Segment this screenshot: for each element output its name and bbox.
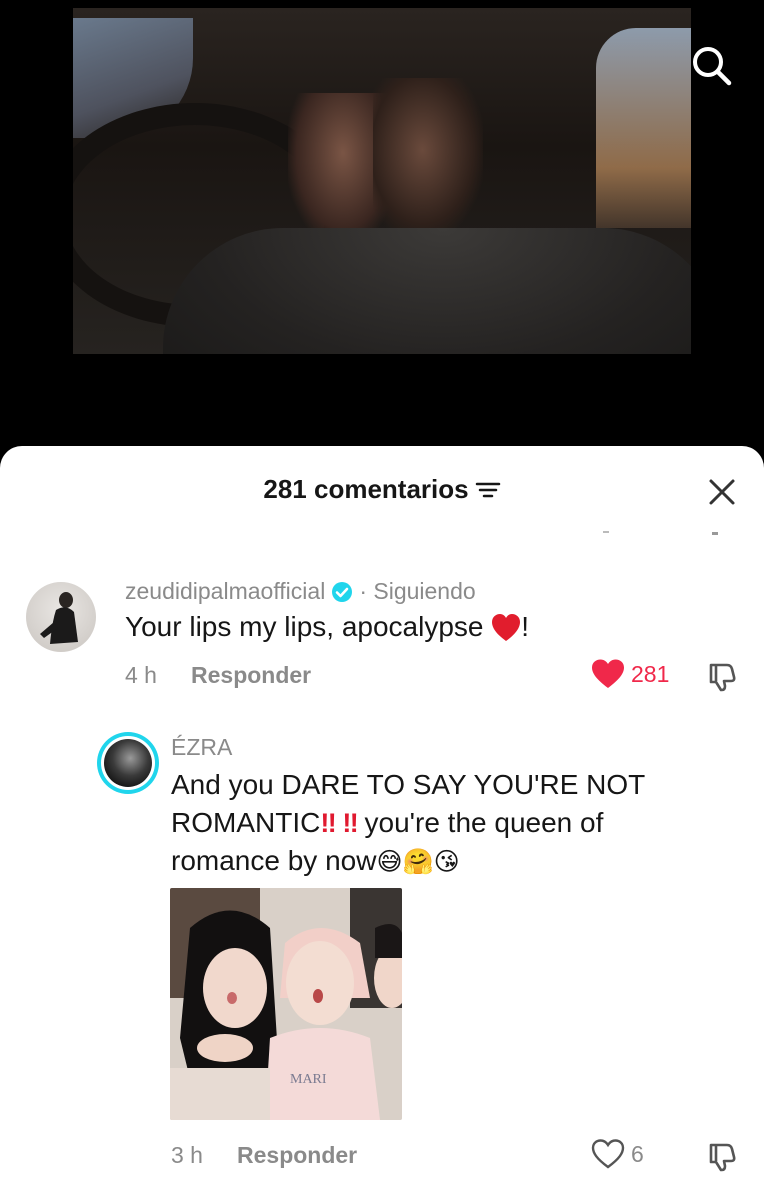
search-button[interactable] [688, 42, 734, 88]
avatar [101, 736, 155, 790]
verified-badge-icon [332, 581, 353, 602]
filter-icon [475, 482, 500, 497]
search-icon [693, 47, 732, 86]
like-count: 281 [631, 660, 670, 687]
car-window-right [596, 28, 691, 228]
comment-line: romance by now😅🤗😘 [171, 842, 731, 880]
thumbs-down-icon [709, 663, 736, 692]
red-heart-emoji [491, 614, 521, 643]
like-button[interactable]: 281 [591, 659, 669, 689]
heart-icon [592, 659, 624, 688]
reply-comment-item: ÉZRA And you DARE TO SAY YOU'RE NOT ROMA… [0, 716, 764, 1200]
comment-text-suffix: ! [521, 611, 530, 642]
comment-image[interactable]: MARI [170, 888, 402, 1120]
comments-sheet: 281 comentarios zeudidipalmaofficial · S… [0, 446, 764, 1200]
like-button[interactable]: 6 [591, 1139, 644, 1169]
comment-line-text: ROMANTIC [171, 807, 321, 838]
comment-text-body: Your lips my lips, apocalypse [125, 611, 492, 642]
reply-button[interactable]: Responder [191, 662, 311, 689]
comment-line-text: you're the queen of [356, 807, 604, 838]
comment-line-text: And you DARE TO SAY YOU'RE NOT [171, 769, 646, 800]
comment-author[interactable]: ÉZRA [171, 734, 232, 761]
username: ÉZRA [171, 734, 233, 760]
thumbs-down-icon [709, 1143, 736, 1172]
comment-timestamp: 4 h [125, 662, 157, 688]
video-figure [373, 78, 483, 238]
svg-text:MARI: MARI [290, 1072, 327, 1087]
hugging-emoji: 🤗 [402, 848, 434, 877]
comment-count-title: 281 comentarios [263, 474, 469, 504]
comment-text: And you DARE TO SAY YOU'RE NOT ROMANTIC‼… [171, 766, 731, 880]
comment-item: zeudidipalmaofficial · Siguiendo Your li… [0, 566, 764, 696]
like-count: 6 [631, 1140, 644, 1167]
sort-filter-button[interactable] [475, 479, 501, 501]
username: zeudidipalmaofficial [125, 578, 326, 604]
video-player[interactable] [73, 8, 691, 354]
avatar[interactable] [26, 582, 96, 652]
double-exclamation-emoji: ‼ [342, 808, 358, 838]
dislike-button[interactable] [704, 1140, 738, 1174]
reply-button[interactable]: Responder [237, 1142, 357, 1169]
grinning-sweat-emoji: 😅 [376, 848, 403, 877]
comment-author[interactable]: zeudidipalmaofficial · Siguiendo [125, 578, 476, 605]
close-button[interactable] [700, 470, 744, 514]
comments-header: 281 comentarios [0, 446, 764, 535]
comment-line: And you DARE TO SAY YOU'RE NOT [171, 766, 731, 804]
scroll-hint [603, 531, 718, 535]
avatar-figure [40, 592, 78, 644]
follow-status: · Siguiendo [359, 578, 476, 604]
double-exclamation-emoji: ‼ [320, 808, 336, 838]
dislike-button[interactable] [704, 660, 738, 694]
heart-icon [591, 1139, 625, 1169]
comment-line: ROMANTIC‼ ‼ you're the queen of [171, 804, 731, 842]
comment-line-text: romance by now [171, 845, 377, 876]
comment-image-content: MARI [170, 888, 402, 1120]
avatar-story-ring[interactable] [97, 732, 159, 794]
comments-title-row: 281 comentarios [0, 474, 764, 505]
close-icon [709, 479, 735, 505]
car-seat [163, 228, 691, 354]
comment-text: Your lips my lips, apocalypse ! [125, 608, 529, 646]
comment-timestamp: 3 h [171, 1142, 203, 1168]
kissing-heart-emoji: 😘 [433, 848, 460, 877]
